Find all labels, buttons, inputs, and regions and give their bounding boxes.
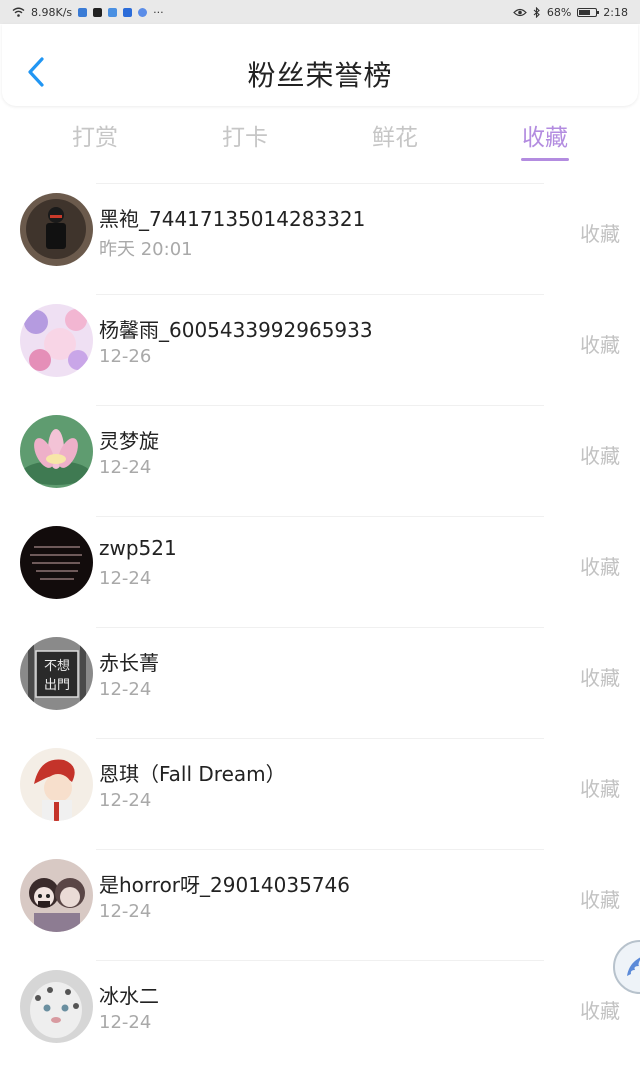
action-label: 收藏 [580,333,620,357]
avatar[interactable] [20,304,93,377]
list-item[interactable]: zwp521 12-24 收藏 [0,516,640,627]
divider [96,516,544,517]
app-notification-icon [123,7,133,17]
divider [96,627,544,628]
header-bar: 粉丝荣誉榜 [2,24,638,106]
tab-label: 打卡 [222,125,268,151]
bluetooth-icon [533,6,540,18]
tab-flowers[interactable]: 鲜花 [335,118,455,152]
timestamp: 12-24 [99,457,152,478]
avatar[interactable] [20,970,93,1043]
action-label: 收藏 [580,555,620,579]
tab-label: 打赏 [72,125,118,151]
eye-icon [512,8,527,16]
battery-icon [577,7,600,17]
list-item[interactable]: 杨馨雨_6005433992965933 12-26 收藏 [0,294,640,405]
tab-bar: 打赏 打卡 鲜花 收藏 [0,118,640,166]
list-item[interactable]: 黑袍_74417135014283321 昨天 20:01 收藏 [0,183,640,294]
timestamp: 12-24 [99,901,152,922]
action-label: 收藏 [580,999,620,1023]
timestamp: 12-24 [99,568,152,589]
action-label: 收藏 [580,777,620,801]
timestamp: 12-24 [99,790,152,811]
app-notification-icon [138,7,148,17]
tab-label: 鲜花 [372,125,418,151]
list-item[interactable]: 灵梦旋 12-24 收藏 [0,405,640,516]
status-right: 68% 2:18 [512,5,628,19]
tab-checkin[interactable]: 打卡 [185,118,305,152]
app-notification-icon [108,7,118,17]
user-name: 冰水二 [99,984,159,1008]
divider [96,294,544,295]
user-name: 是horror呀_29014035746 [99,873,350,897]
tab-favorites[interactable]: 收藏 [485,118,605,161]
avatar-text: 出門 [44,678,70,693]
battery-percent: 68% [546,5,572,19]
user-name: 赤长菁 [99,651,159,675]
timestamp: 12-26 [99,346,152,367]
list-item[interactable]: 不想 出門 赤长菁 12-24 收藏 [0,627,640,738]
user-name: 灵梦旋 [99,429,159,453]
list-item[interactable]: 冰水二 12-24 收藏 [0,960,640,1071]
action-label: 收藏 [580,666,620,690]
avatar[interactable] [20,748,93,821]
page-title: 粉丝荣誉榜 [247,59,393,92]
app-notification-icon [78,7,88,17]
list-item[interactable]: 恩琪（Fall Dream） 12-24 收藏 [0,738,640,849]
wing-icon [627,957,640,976]
list-item[interactable]: 是horror呀_29014035746 12-24 收藏 [0,849,640,960]
status-bar: 8.98K/s ··· 68% 2:18 [0,0,640,24]
tab-label: 收藏 [522,125,568,151]
user-name: zwp521 [99,536,177,560]
tab-reward[interactable]: 打赏 [35,118,155,152]
timestamp: 12-24 [99,1012,152,1033]
user-name: 黑袍_74417135014283321 [99,207,366,231]
timestamp: 昨天 20:01 [99,239,193,260]
avatar-text: 不想 [44,658,70,674]
avatar[interactable] [20,415,93,488]
action-label: 收藏 [580,222,620,246]
avatar[interactable]: 不想 出門 [20,637,93,710]
user-name: 恩琪（Fall Dream） [99,762,286,786]
user-name: 杨馨雨_6005433992965933 [99,318,373,342]
avatar[interactable] [20,859,93,932]
divider [96,183,544,184]
active-tab-indicator [521,158,569,161]
network-speed: 8.98K/s [31,5,73,19]
clock: 2:18 [603,5,628,19]
avatar[interactable] [20,526,93,599]
action-label: 收藏 [580,444,620,468]
divider [96,738,544,739]
divider [96,960,544,961]
app-notification-icon [93,7,103,17]
timestamp: 12-24 [99,679,152,700]
action-label: 收藏 [580,888,620,912]
divider [96,849,544,850]
wifi-icon [12,7,25,17]
more-notifications-indicator: ··· [153,5,164,19]
avatar[interactable] [20,193,93,266]
divider [96,405,544,406]
fan-list: 黑袍_74417135014283321 昨天 20:01 收藏 杨馨雨_600… [0,183,640,1071]
status-left: 8.98K/s ··· [12,6,164,19]
